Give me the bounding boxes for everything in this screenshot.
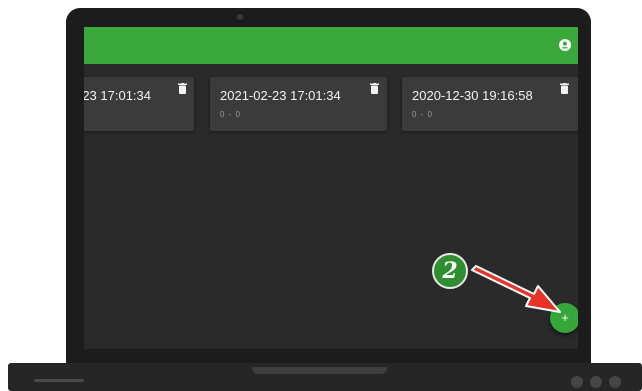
- session-card-subtitle: 0 - 0: [412, 110, 434, 119]
- trash-icon[interactable]: [178, 83, 187, 94]
- session-card[interactable]: 2020-12-30 19:16:58 0 - 0: [402, 77, 578, 131]
- base-vent: [34, 379, 84, 382]
- app-bar: [84, 27, 578, 64]
- laptop-hinge: [252, 367, 387, 374]
- session-card-title: 2021-02-23 17:01:34: [220, 88, 341, 103]
- session-card-subtitle: 0 - 0: [220, 110, 242, 119]
- session-card[interactable]: 2021-02-23 17:01:34 0 - 0: [210, 77, 387, 131]
- trash-icon[interactable]: [370, 83, 379, 94]
- indicator-light: [571, 376, 583, 388]
- session-card[interactable]: -23 17:01:34: [84, 77, 194, 131]
- indicator-light: [590, 376, 602, 388]
- session-card-title: -23 17:01:34: [84, 88, 152, 103]
- step-number-badge: 2: [432, 253, 468, 289]
- pointer-arrow: [471, 265, 561, 313]
- webcam: [237, 14, 243, 20]
- account-circle-icon[interactable]: [559, 39, 571, 51]
- session-card-title: 2020-12-30 19:16:58: [412, 88, 533, 103]
- indicator-light: [609, 376, 621, 388]
- session-card-list: -23 17:01:34 2021-02-23 17:01:34 0 - 0 2…: [84, 77, 578, 133]
- trash-icon[interactable]: [560, 83, 569, 94]
